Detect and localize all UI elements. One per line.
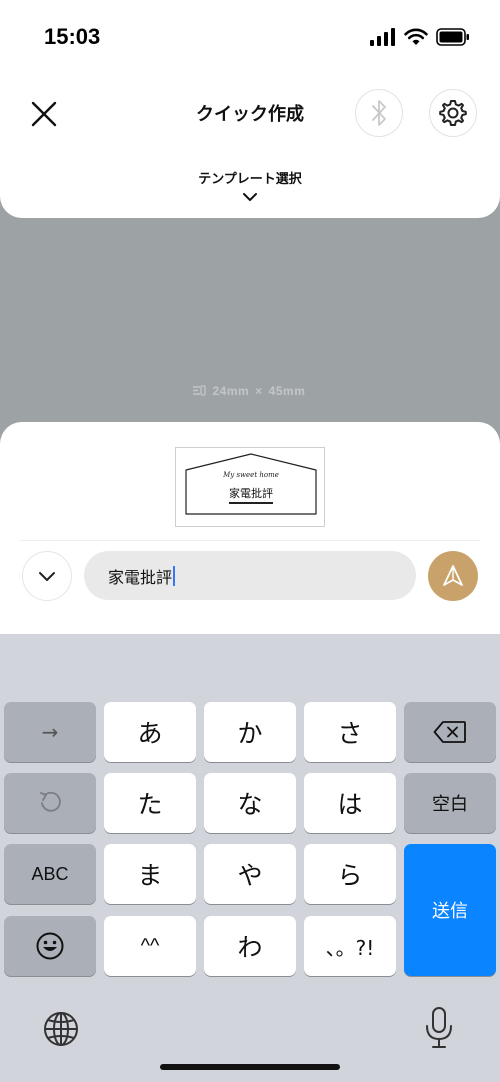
backspace-icon [433, 721, 466, 743]
battery-icon [436, 28, 469, 46]
keyboard: → あ か さ た な は 空白 ABC ま や ら 送信 ^^ わ 、。?! [0, 634, 500, 1082]
key-space[interactable]: 空白 [404, 773, 496, 833]
size-separator: × [255, 384, 263, 398]
status-bar: 15:03 [0, 0, 500, 80]
key-label: 、。?! [325, 935, 375, 960]
key-label: さ [337, 719, 363, 748]
microphone-icon[interactable] [424, 1006, 454, 1050]
editor-sheet: My sweet home 家電批評 家電批評 [0, 422, 500, 634]
key-label: は [337, 790, 363, 819]
label-text-value: 家電批評 [108, 567, 173, 587]
chevron-down-icon [243, 193, 257, 201]
key-na-row[interactable]: な [204, 773, 296, 833]
key-wa-row[interactable]: わ [204, 916, 296, 976]
home-indicator [160, 1064, 340, 1070]
text-caret [173, 565, 176, 586]
key-abc[interactable]: ABC [4, 844, 96, 904]
status-icons [370, 28, 470, 46]
bluetooth-icon [372, 100, 386, 126]
key-ra-row[interactable]: ら [304, 844, 396, 904]
send-arrow-icon [443, 565, 463, 586]
key-label: 送信 [432, 901, 468, 922]
arrow-right-label: → [41, 720, 59, 744]
key-sa-row[interactable]: さ [304, 702, 396, 762]
globe-icon[interactable] [42, 1010, 80, 1048]
key-label: か [237, 719, 263, 748]
key-ha-row[interactable]: は [304, 773, 396, 833]
key-label: な [237, 790, 263, 819]
key-backspace[interactable] [404, 702, 496, 762]
key-ma-row[interactable]: ま [104, 844, 196, 904]
top-sheet: 15:03 クイック作成 テンプレート選択 [0, 0, 500, 218]
key-label: た [137, 790, 163, 819]
key-ya-row[interactable]: や [204, 844, 296, 904]
undo-icon [40, 791, 61, 812]
key-label: ^^ [140, 934, 160, 957]
label-width: 24mm [212, 384, 250, 398]
key-label: ABC [31, 863, 69, 884]
key-label: ま [137, 861, 163, 890]
label-height: 45mm [268, 384, 306, 398]
key-ka-row[interactable]: か [204, 702, 296, 762]
key-label: 空白 [432, 794, 468, 815]
preview-script-text: My sweet home [223, 471, 279, 479]
key-a-row[interactable]: あ [104, 702, 196, 762]
collapse-editor-button[interactable] [22, 551, 72, 601]
key-send[interactable]: 送信 [404, 844, 496, 976]
template-selector[interactable]: テンプレート選択 [0, 168, 500, 203]
key-punctuation[interactable]: 、。?! [304, 916, 396, 976]
key-label: や [237, 861, 263, 890]
preview-main-text: 家電批評 [229, 487, 273, 500]
key-label: わ [237, 933, 263, 962]
key-arrow-right[interactable]: → [4, 702, 96, 762]
settings-button[interactable] [429, 89, 477, 137]
status-time: 15:03 [44, 24, 101, 49]
template-select-label: テンプレート選択 [198, 172, 302, 187]
editor-divider [20, 540, 480, 541]
key-undo[interactable] [4, 773, 96, 833]
key-label: ら [337, 861, 363, 890]
key-kaomoji[interactable]: ^^ [104, 916, 196, 976]
chevron-down-icon [39, 572, 55, 581]
tape-size-icon [192, 385, 206, 396]
signal-icon [370, 28, 395, 46]
label-text-input[interactable]: 家電批評 [84, 551, 416, 600]
label-size-readout: 24mm × 45mm [0, 384, 500, 398]
label-preview[interactable]: My sweet home 家電批評 [175, 447, 325, 527]
bluetooth-button[interactable] [355, 89, 403, 137]
gear-icon [439, 100, 467, 126]
page-title: クイック作成 [196, 104, 304, 125]
emoji-icon [36, 932, 64, 960]
key-ta-row[interactable]: た [104, 773, 196, 833]
print-send-button[interactable] [428, 551, 478, 601]
wifi-icon [404, 28, 428, 45]
key-emoji[interactable] [4, 916, 96, 976]
key-label: あ [137, 719, 163, 748]
